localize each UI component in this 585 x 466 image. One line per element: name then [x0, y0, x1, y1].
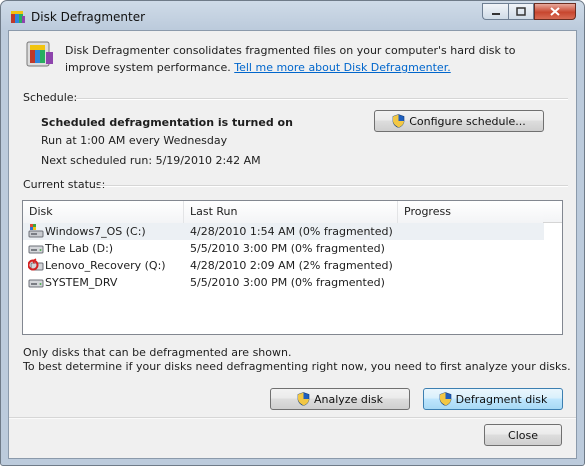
disk-row[interactable]: SYSTEM_DRV 5/5/2010 3:00 PM (0% fragment… — [23, 274, 544, 291]
close-icon — [550, 7, 560, 16]
current-status-label: Current status: — [23, 178, 106, 191]
disk-row[interactable]: Windows7_OS (C:) 4/28/2010 1:54 AM (0% f… — [23, 223, 544, 240]
hard-drive-icon — [28, 245, 44, 254]
notes-line-1: Only disks that can be defragmented are … — [23, 346, 292, 359]
disk-last-run: 4/28/2010 2:09 AM (2% fragmented) — [190, 259, 393, 272]
uac-shield-icon — [297, 392, 310, 406]
disk-name: Lenovo_Recovery (Q:) — [45, 259, 166, 272]
maximize-button[interactable] — [508, 3, 534, 20]
notes-line-2: To best determine if your disks need def… — [23, 360, 571, 373]
analyze-disk-label: Analyze disk — [314, 392, 383, 406]
disk-list-header: Disk Last Run Progress — [23, 201, 544, 224]
schedule-run-time: Run at 1:00 AM every Wednesday — [41, 134, 228, 147]
minimize-button[interactable] — [482, 3, 508, 20]
disk-last-run: 5/5/2010 3:00 PM (0% fragmented) — [190, 276, 385, 289]
uac-shield-icon — [392, 114, 405, 128]
analyze-disk-button[interactable]: Analyze disk — [270, 388, 410, 410]
disk-row[interactable]: Lenovo_Recovery (Q:) 4/28/2010 2:09 AM (… — [23, 257, 544, 274]
footer-divider — [9, 417, 576, 419]
window-title: Disk Defragmenter — [31, 10, 146, 24]
disk-last-run: 5/5/2010 3:00 PM (0% fragmented) — [190, 242, 385, 255]
disk-name: SYSTEM_DRV — [45, 276, 118, 289]
window-controls — [482, 3, 576, 21]
defrag-app-icon — [11, 11, 25, 23]
minimize-icon — [491, 12, 500, 15]
column-header-disk[interactable]: Disk — [23, 201, 184, 223]
column-header-last-run[interactable]: Last Run — [184, 201, 398, 223]
disk-name: Windows7_OS (C:) — [45, 225, 146, 238]
defrag-app-icon — [26, 41, 53, 67]
configure-schedule-button[interactable]: Configure schedule... — [374, 110, 544, 132]
schedule-label: Schedule: — [23, 91, 78, 104]
defragment-disk-button[interactable]: Defragment disk — [423, 388, 563, 410]
close-button[interactable]: Close — [484, 424, 562, 446]
maximize-icon — [516, 7, 526, 16]
disk-list[interactable]: Disk Last Run Progress Windows7_OS (C:) … — [22, 200, 563, 335]
schedule-status: Scheduled defragmentation is turned on — [41, 116, 293, 129]
intro-text: Disk Defragmenter consolidates fragmente… — [65, 42, 555, 76]
scrollbar-corner — [543, 201, 562, 223]
current-status-divider — [98, 185, 568, 187]
configure-schedule-label: Configure schedule... — [409, 114, 526, 128]
schedule-divider — [76, 98, 568, 100]
disk-name: The Lab (D:) — [45, 242, 114, 255]
disk-row[interactable]: The Lab (D:) 5/5/2010 3:00 PM (0% fragme… — [23, 240, 544, 257]
disk-last-run: 4/28/2010 1:54 AM (0% fragmented) — [190, 225, 393, 238]
recovery-drive-icon — [28, 258, 44, 271]
schedule-next-run: Next scheduled run: 5/19/2010 2:42 AM — [41, 154, 261, 167]
title-bar[interactable]: Disk Defragmenter — [1, 1, 584, 31]
defragment-disk-label: Defragment disk — [455, 392, 548, 406]
system-drive-icon — [28, 224, 44, 238]
close-window-button[interactable] — [534, 3, 576, 20]
close-button-label: Close — [508, 428, 538, 442]
column-header-progress[interactable]: Progress — [398, 201, 544, 223]
hard-drive-icon — [28, 279, 44, 288]
uac-shield-icon — [439, 392, 451, 406]
learn-more-link[interactable]: Tell me more about Disk Defragmenter. — [234, 61, 450, 74]
disk-defragmenter-window: Disk Defragmenter Disk Defragmenter cons… — [0, 0, 585, 466]
